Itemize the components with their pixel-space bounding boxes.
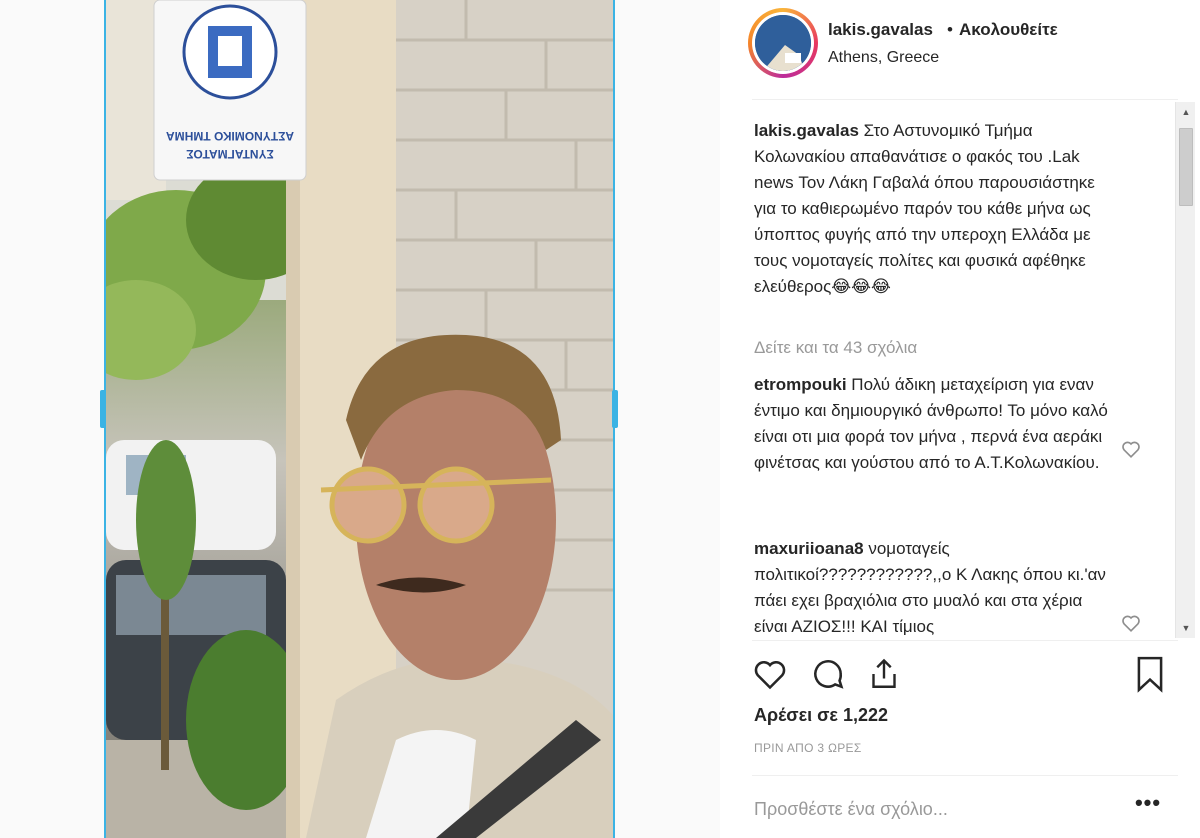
avatar[interactable]	[755, 15, 811, 71]
header-separator: •	[947, 20, 953, 39]
sign-line-2: ΣΥΝΤΑΓΜΑΤΟΣ	[186, 147, 274, 161]
photo-illustration: ΑΣΤΥΝΟΜΙΚΟ ΤΜΗΜΑ ΣΥΝΤΑΓΜΑΤΟΣ	[106, 0, 613, 838]
add-comment-divider	[752, 775, 1178, 776]
post-location[interactable]: Athens, Greece	[828, 49, 939, 67]
like-button[interactable]	[750, 654, 790, 694]
caption-text: Στο Αστυνομικό Τμήμα Κολωνακίου απαθανάτ…	[754, 121, 1095, 296]
comment-item: etrompouki Πολύ άδικη μεταχείριση για εν…	[754, 372, 1114, 476]
media-area: ΑΣΤΥΝΟΜΙΚΟ ΤΜΗΜΑ ΣΥΝΤΑΓΜΑΤΟΣ	[0, 0, 720, 838]
post-header: lakis.gavalas • Ακολουθείτε Athens, Gree…	[720, 0, 1200, 96]
story-ring[interactable]	[748, 8, 818, 78]
post-side-panel: lakis.gavalas • Ακολουθείτε Athens, Gree…	[720, 0, 1200, 838]
scroll-down-arrow-icon[interactable]: ▼	[1176, 618, 1196, 638]
actions-divider	[752, 640, 1178, 641]
add-comment-input[interactable]	[754, 796, 1094, 822]
comment-heart-icon[interactable]	[1120, 612, 1142, 634]
scroll-up-arrow-icon[interactable]: ▲	[1176, 102, 1196, 122]
bookmark-icon	[1137, 656, 1163, 693]
comments-list[interactable]: lakis.gavalas Στο Αστυνομικό Τμήμα Κολων…	[754, 114, 1164, 640]
scroll-thumb[interactable]	[1179, 128, 1193, 206]
view-all-comments-link[interactable]: Δείτε και τα 43 σχόλια	[754, 338, 917, 358]
comment-heart-icon[interactable]	[1120, 438, 1142, 460]
avatar-image	[755, 15, 811, 71]
more-options-button[interactable]: •••	[1130, 792, 1166, 822]
comment-username[interactable]: maxuriioana8	[754, 539, 864, 558]
sign-line-1: ΑΣΤΥΝΟΜΙΚΟ ΤΜΗΜΑ	[166, 129, 294, 143]
post-username[interactable]: lakis.gavalas	[828, 20, 933, 40]
comment-username[interactable]: etrompouki	[754, 375, 847, 394]
comment-button[interactable]	[808, 654, 848, 694]
crop-handle-right[interactable]	[612, 390, 618, 428]
likes-count[interactable]: Αρέσει σε 1,222	[754, 705, 888, 726]
save-button[interactable]	[1130, 654, 1170, 694]
header-divider	[752, 99, 1178, 100]
caption-username[interactable]: lakis.gavalas	[754, 121, 859, 140]
comment-bubble-icon	[814, 660, 844, 689]
avatar-frame	[752, 12, 814, 74]
following-button[interactable]: Ακολουθείτε	[959, 20, 1058, 40]
post-timestamp: ΠΡΙΝ ΑΠΟ 3 ΩΡΕΣ	[754, 741, 862, 755]
caption: lakis.gavalas Στο Αστυνομικό Τμήμα Κολων…	[754, 118, 1114, 300]
comment-item: maxuriioana8 νομοταγείς πολιτικοί???????…	[754, 536, 1114, 640]
heart-icon	[754, 661, 786, 690]
share-button[interactable]	[864, 654, 904, 694]
comments-scrollbar[interactable]: ▲ ▼	[1175, 102, 1195, 638]
crop-handle-left[interactable]	[100, 390, 106, 428]
share-icon	[872, 658, 896, 688]
post-photo[interactable]: ΑΣΤΥΝΟΜΙΚΟ ΤΜΗΜΑ ΣΥΝΤΑΓΜΑΤΟΣ	[104, 0, 615, 838]
